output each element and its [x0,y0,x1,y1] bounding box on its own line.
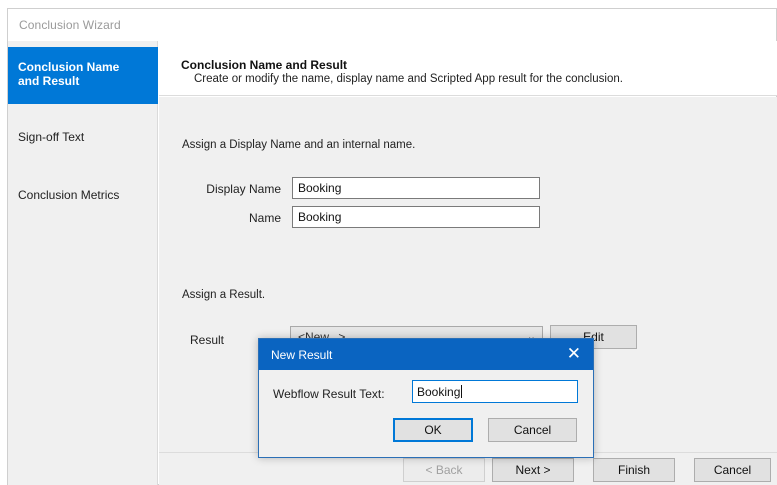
finish-button[interactable]: Finish [593,458,675,482]
new-result-dialog: New Result ✕ Webflow Result Text: Bookin… [258,338,594,458]
dialog-titlebar: New Result ✕ [259,339,593,370]
sidebar-item-sign-off-text[interactable]: Sign-off Text [8,130,158,144]
next-button[interactable]: Next > [492,458,574,482]
result-section-label: Assign a Result. [182,289,266,301]
page-subtitle: Create or modify the name, display name … [194,73,623,85]
text-caret [461,385,463,398]
window-titlebar: Conclusion Wizard [8,9,776,41]
webflow-result-text-field[interactable]: Booking [412,380,578,403]
display-name-field[interactable]: Booking [292,177,540,199]
sidebar-item-conclusion-metrics[interactable]: Conclusion Metrics [8,188,158,202]
dialog-cancel-button[interactable]: Cancel [488,418,577,442]
ok-button[interactable]: OK [393,418,473,442]
sidebar-item-label-line2: and Result [18,74,80,88]
display-name-label: Display Name [206,182,281,196]
webflow-result-text-label: Webflow Result Text: [273,387,385,401]
sidebar-item-conclusion-name-and-result[interactable]: Conclusion Name and Result [8,47,158,104]
window-title: Conclusion Wizard [19,18,121,32]
page-title: Conclusion Name and Result [181,58,348,72]
back-button[interactable]: < Back [403,458,485,482]
result-label: Result [190,333,225,347]
name-field[interactable]: Booking [292,206,540,228]
dialog-title: New Result [271,348,333,362]
close-icon[interactable]: ✕ [567,344,581,364]
sidebar-item-label-line1: Conclusion Name [18,60,120,74]
wizard-sidebar: Conclusion Name and Result Sign-off Text… [8,41,158,485]
cancel-button[interactable]: Cancel [694,458,771,482]
name-label: Name [248,211,281,225]
names-section-label: Assign a Display Name and an internal na… [182,139,416,151]
webflow-result-text-value: Booking [417,385,461,399]
page-header: Conclusion Name and Result Create or mod… [159,41,777,96]
